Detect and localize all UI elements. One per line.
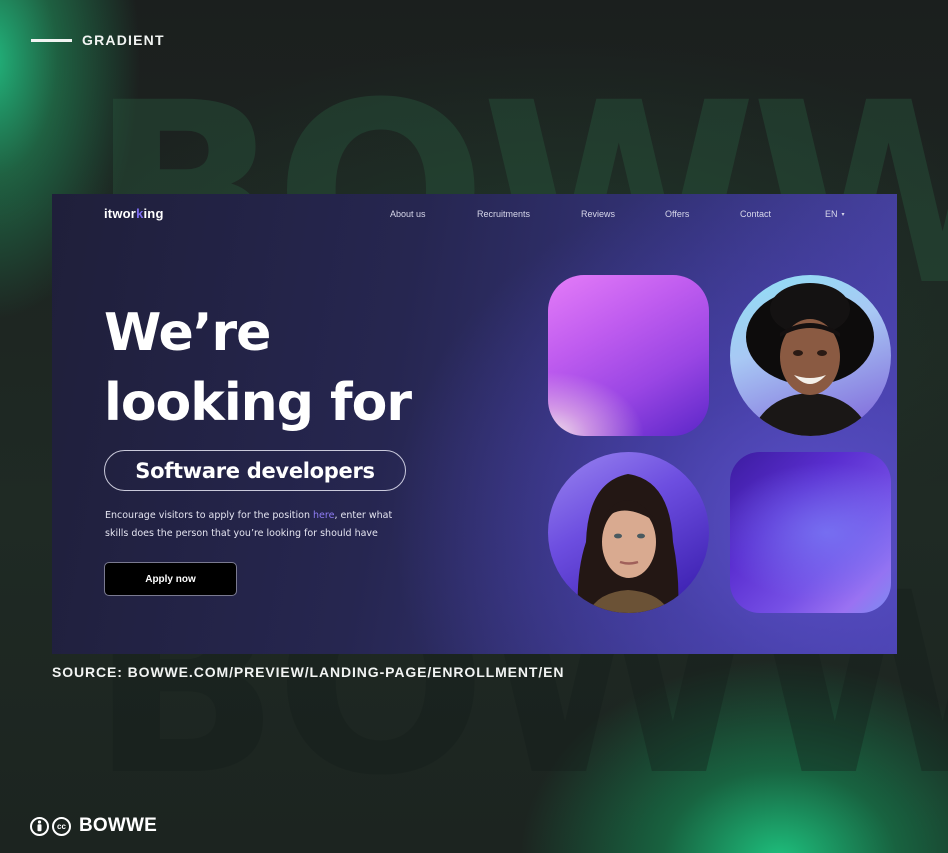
apply-now-button[interactable]: Apply now [104, 562, 237, 596]
language-label: EN [825, 209, 838, 219]
hero-description: Encourage visitors to apply for the posi… [105, 507, 405, 543]
gradient-tile-violet [730, 452, 891, 613]
section-tag: GRADIENT [31, 32, 165, 48]
cc-by-person-icon [30, 816, 49, 836]
hero-headline: We’re looking for [104, 298, 412, 438]
person-icon [37, 820, 42, 832]
language-selector[interactable]: EN ▾ [825, 209, 845, 219]
tag-label: GRADIENT [82, 32, 165, 48]
woman-portrait-icon [577, 474, 679, 613]
cc-icon: cc [52, 816, 71, 836]
nav-item-recruitments[interactable]: Recruitments [477, 209, 530, 219]
role-pill: Software developers [104, 450, 406, 491]
nav-item-contact[interactable]: Contact [740, 209, 771, 219]
headline-line-2: looking for [104, 373, 412, 433]
headline-line-1: We’re [104, 303, 271, 363]
logo-text: itwor [104, 206, 137, 221]
bowwe-logo: BOWWE [79, 815, 158, 836]
gradient-tile [548, 275, 709, 436]
nav-item-reviews[interactable]: Reviews [581, 209, 615, 219]
logo[interactable]: itworking [104, 206, 164, 221]
nav-item-about[interactable]: About us [390, 209, 426, 219]
landing-page-preview: itworking About us Recruitments Reviews … [52, 194, 897, 654]
avatar-woman [548, 452, 709, 613]
source-caption: SOURCE: BOWWE.COM/PREVIEW/LANDING-PAGE/E… [52, 664, 565, 680]
chevron-down-icon: ▾ [841, 212, 845, 218]
nav-item-offers[interactable]: Offers [665, 209, 689, 219]
avatar-man-smiling [730, 275, 891, 436]
man-portrait-icon [746, 283, 874, 436]
logo-text-end: ing [143, 206, 164, 221]
footer-brand: cc BOWWE [30, 815, 157, 837]
preview-navbar: itworking About us Recruitments Reviews … [52, 194, 897, 234]
here-link[interactable]: here [313, 510, 334, 521]
tag-divider [31, 38, 72, 42]
logo-accent: k [136, 206, 144, 221]
description-text: Encourage visitors to apply for the posi… [105, 510, 314, 521]
